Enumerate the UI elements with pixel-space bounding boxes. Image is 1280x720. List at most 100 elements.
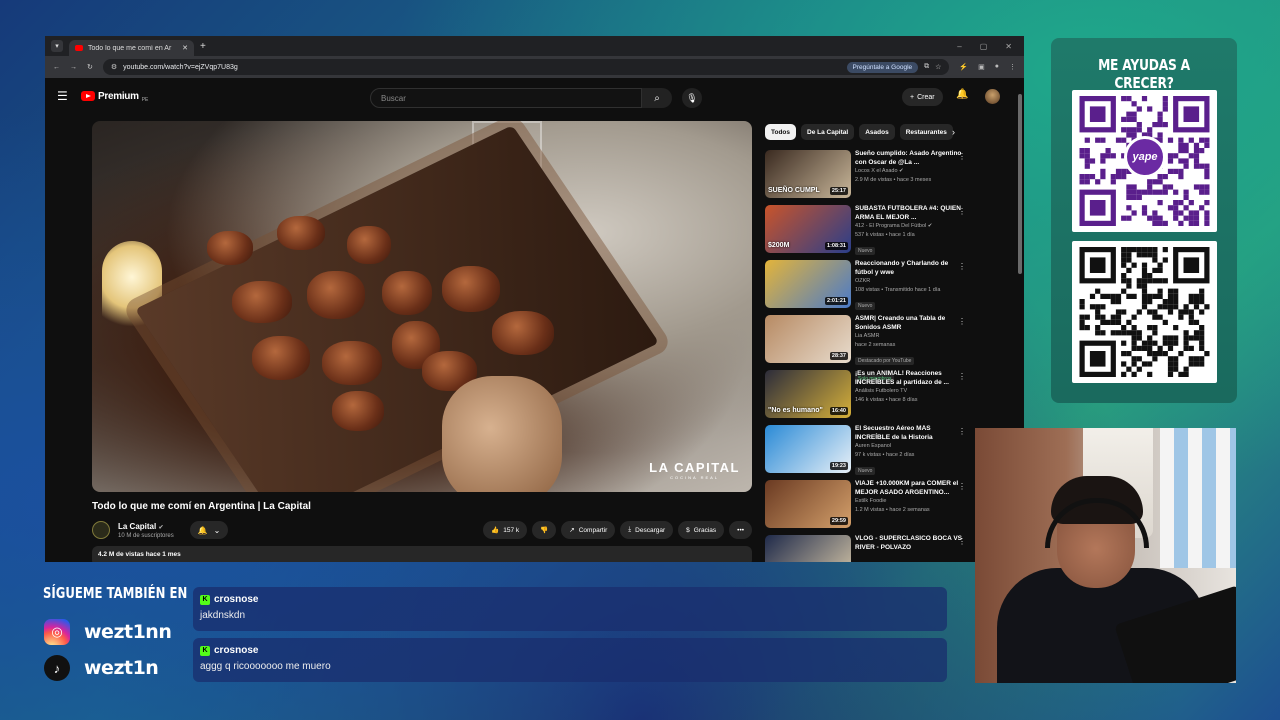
search-button[interactable]: ⌕ [642,88,672,108]
chip-de-la-capital[interactable]: De La Capital [801,124,855,140]
recommendation-title[interactable]: Reaccionando y Charlando de fútbol y wwe [855,260,965,277]
back-icon[interactable]: ← [53,64,60,71]
thumbnail-overlay-text: "No es humano" [768,407,823,414]
recommendation-meta: 2.9 M de vistas • hace 3 meses [855,176,932,183]
recommendation-title[interactable]: SUBASTA FUTBOLERA #4: QUIEN ARMA EL MEJO… [855,205,965,222]
video-thumbnail[interactable]: 29:59 [765,480,851,528]
site-info-icon[interactable]: ⚙ [111,63,117,71]
recommendation-channel[interactable]: Análisis Futbolero TV [855,387,965,396]
ask-google-button[interactable]: Pregúntale a Google [846,61,919,73]
more-options-icon[interactable]: ⋮ [958,427,966,436]
recommendation-item[interactable]: "No es humano" 16:40 ¡Es un ANIMAL! Reac… [765,370,970,425]
voice-search-button[interactable]: 🎙 [682,88,702,108]
follow-title: SÍGUEME TAMBIÉN EN [43,584,188,602]
tab-search-button[interactable]: ▾ [51,40,63,52]
subscription-bell-button[interactable]: 🔔 ⌄ [189,521,229,539]
search-input[interactable]: Buscar [370,88,642,108]
description-box[interactable]: 4.2 M de vistas hace 1 mes [92,546,752,562]
recommendation-item[interactable]: SUEÑO CUMPL 25:17 Sueño cumplido: Asado … [765,150,970,205]
more-options-icon[interactable]: ⋮ [958,482,966,491]
channel-avatar[interactable] [92,521,110,539]
video-thumbnail[interactable]: "No es humano" 16:40 [765,370,851,418]
video-thumbnail[interactable]: $200M 1:08:31 [765,205,851,253]
chevron-right-icon[interactable]: › [952,127,955,137]
video-duration: 19:23 [829,462,848,470]
recommendation-channel[interactable]: Auren Espanol [855,442,965,451]
chip-todos[interactable]: Todos [765,124,797,140]
recommendation-title[interactable]: VIAJÉ +10.000KM para COMER el MEJOR ASAD… [855,480,965,497]
recommendation-channel[interactable]: Lia ASMR [855,332,965,341]
panel-title: ME AYUDAS A CRECER? [1098,56,1190,92]
share-button[interactable]: ↗ Compartir [561,521,616,539]
recommendation-item[interactable]: 28:37 ASMR| Creando una Tabla de Sonidos… [765,315,970,383]
forward-icon[interactable]: → [70,64,77,71]
video-thumbnail[interactable]: 19:23 [765,425,851,473]
recommendation-meta: hace 2 semanas [855,341,896,348]
recommendation-channel[interactable]: Locos X el Asado ✔ [855,167,965,176]
thanks-icon: $ [686,526,690,534]
recommendation-channel[interactable]: Estilk Foodie [855,497,965,506]
omnibox[interactable]: ⚙ youtube.com/watch?v=ejZVqp7U83g Pregún… [102,59,950,75]
window-controls: – ▢ ✕ [957,42,1024,51]
maximize-icon[interactable]: ▢ [980,42,988,51]
create-button[interactable]: + Crear [902,88,943,106]
recommendation-badge: Destacado por YouTube [855,357,915,365]
recommendation-title[interactable]: ¡Es un ANIMAL! Reacciones INCREÍBLES al … [855,370,965,387]
recommendation-channel[interactable]: 412 - El Programa Del Fútbol ✔ [855,222,965,231]
recommendation-item[interactable]: 29:59 VIAJÉ +10.000KM para COMER el MEJO… [765,480,970,535]
recommendation-item[interactable]: 2:01:21 Reaccionando y Charlando de fútb… [765,260,970,315]
browser-tab[interactable]: Todo lo que me comí en Ar ✕ [69,40,194,56]
chip-asados[interactable]: Asados [859,124,895,140]
instagram-icon: ◎ [44,619,70,645]
more-options-icon[interactable]: ⋮ [958,317,966,326]
video-thumbnail[interactable]: 28:37 [765,315,851,363]
video-player[interactable]: LA CAPITAL COCINA REAL [92,121,752,492]
hamburger-menu-icon[interactable]: ☰ [57,89,77,103]
address-bar: ← → ↻ ⚙ youtube.com/watch?v=ejZVqp7U83g … [45,56,1024,78]
recommendation-title[interactable]: ASMR| Creando una Tabla de Sonidos ASMR [855,315,965,332]
video-thumbnail[interactable]: 2:01:21 [765,260,851,308]
youtube-favicon-icon [75,45,83,51]
recommendation-item[interactable]: $200M 1:08:31 SUBASTA FUTBOLERA #4: QUIE… [765,205,970,260]
channel-name[interactable]: La Capital ✔ [118,522,174,531]
like-button[interactable]: 👍 157 k [483,521,528,539]
close-window-icon[interactable]: ✕ [1005,42,1012,51]
recommendation-meta: 537 k vistas • hace 1 día [855,231,915,238]
more-options-icon[interactable]: ⋮ [958,537,966,546]
chip-restaurantes[interactable]: Restaurantes [899,124,953,140]
close-tab-icon[interactable]: ✕ [182,44,188,52]
notifications-bell-icon[interactable]: 🔔 [956,89,968,100]
more-options-icon[interactable]: ⋮ [958,207,966,216]
install-icon[interactable]: ⧉ [924,63,929,71]
reload-icon[interactable]: ↻ [87,63,93,71]
bookmark-star-icon[interactable]: ☆ [935,63,941,71]
video-thumbnail[interactable]: SUEÑO CUMPL 25:17 [765,150,851,198]
scrollbar[interactable] [1018,94,1022,274]
profile-icon[interactable]: ● [995,63,999,71]
url-text[interactable]: youtube.com/watch?v=ejZVqp7U83g [123,64,840,71]
youtube-premium-logo[interactable]: Premium PE [81,89,148,103]
recommendation-title[interactable]: VLOG - SUPERCLASICO BOCA VS RIVER - POLV… [855,535,965,552]
more-options-icon[interactable]: ⋮ [958,262,966,271]
recommendation-item[interactable]: 19:23 El Secuestro Aéreo MÁS INCREÍBLE d… [765,425,970,480]
extension-icon[interactable]: ⚡ [959,63,968,71]
recommendation-item[interactable]: VLOG - SUPERCLASICO BOCA VS RIVER - POLV… [765,535,970,562]
sidebar-icon[interactable]: ▣ [978,63,985,71]
download-button[interactable]: ⤓ Descargar [620,521,674,539]
new-tab-icon[interactable]: + [200,41,206,52]
menu-dots-icon[interactable]: ⋮ [1009,63,1016,71]
recommendation-channel[interactable]: OZKR [855,277,965,286]
recommendation-title[interactable]: Sueño cumplido: Asado Argentino con Osca… [855,150,965,167]
bell-icon: 🔔 [197,525,208,535]
thanks-button[interactable]: $ Gracias [678,521,725,539]
recommendation-title[interactable]: El Secuestro Aéreo MÁS INCREÍBLE de la H… [855,425,965,442]
argentina-jersey [1160,428,1236,568]
more-options-icon[interactable]: ⋮ [958,372,966,381]
minimize-icon[interactable]: – [957,42,961,51]
more-actions-button[interactable]: ••• [729,521,752,539]
dislike-button[interactable]: 👎 [532,521,557,539]
meat-piece [382,271,432,315]
video-thumbnail[interactable] [765,535,851,562]
more-options-icon[interactable]: ⋮ [958,152,966,161]
user-avatar[interactable] [985,89,1000,104]
